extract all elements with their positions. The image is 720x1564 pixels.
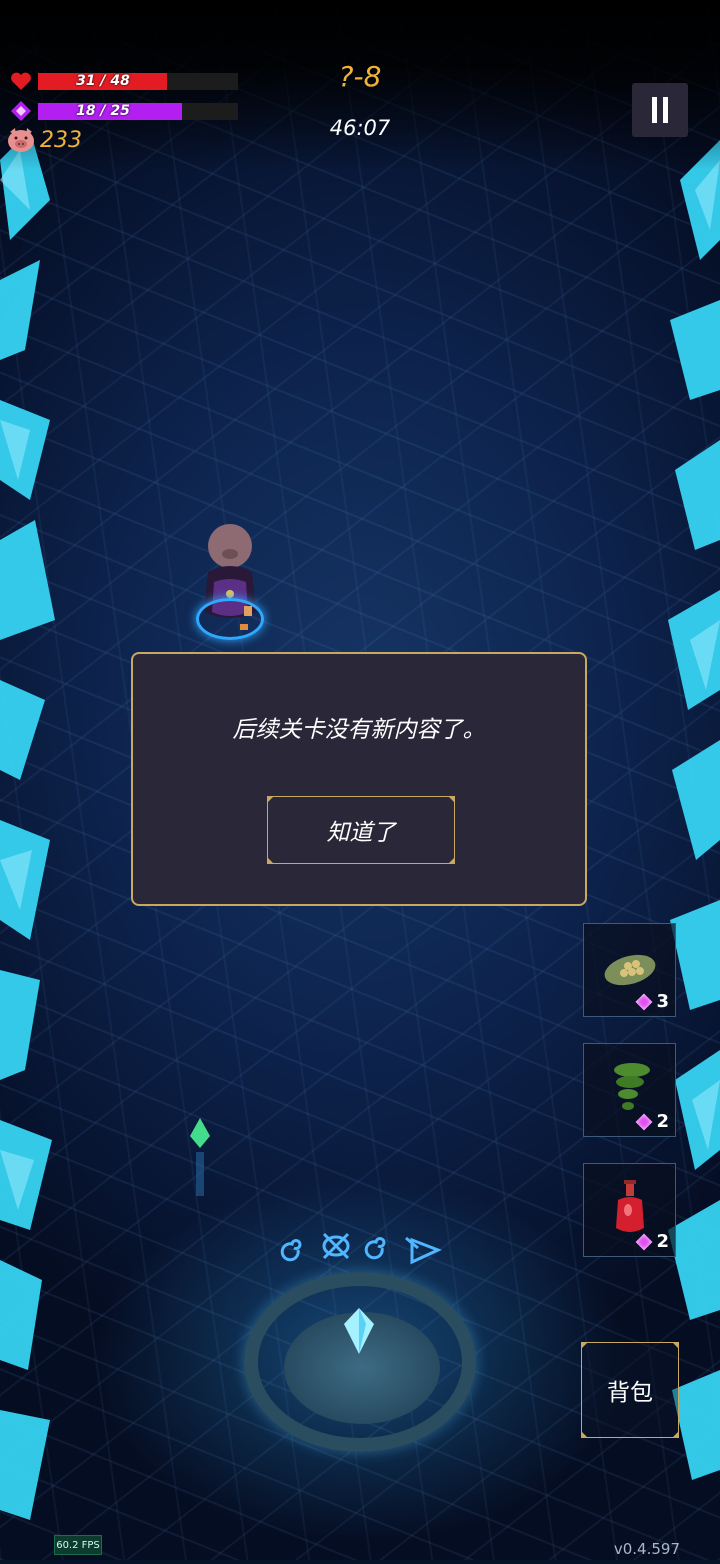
joystick-crystal — [344, 1308, 374, 1354]
corner-ornament — [267, 857, 274, 864]
item-cost-value: 2 — [656, 1231, 669, 1252]
coin-row: 233 — [6, 126, 82, 154]
item-slot-3[interactable]: 2 — [583, 1163, 676, 1257]
confirm-button[interactable]: 知道了 — [267, 796, 455, 864]
hp-row: 31 / 48 — [10, 71, 238, 91]
mp-bar: 18 / 25 — [38, 102, 238, 120]
item-cost-value: 3 — [656, 991, 669, 1012]
green-spark-effect — [190, 1118, 210, 1196]
heart-icon — [11, 72, 31, 90]
item-cost: 2 — [635, 1231, 669, 1252]
hp-text: 31 / 48 — [76, 72, 130, 89]
version-label: v0.4.597 — [613, 1540, 680, 1558]
pause-icon — [652, 97, 657, 123]
item-slot-1[interactable]: 3 — [583, 923, 676, 1017]
corner-ornament — [581, 1431, 588, 1438]
player-aim-ring — [196, 598, 264, 640]
hp-bar: 31 / 48 — [38, 72, 238, 90]
corner-ornament — [448, 857, 455, 864]
confirm-button-label: 知道了 — [326, 820, 396, 846]
diamond-icon — [635, 1113, 653, 1130]
backpack-label: 背包 — [607, 1380, 653, 1406]
corner-ornament — [448, 796, 455, 803]
crystal-wall-left — [0, 120, 60, 1560]
backpack-button[interactable]: 背包 — [581, 1342, 679, 1438]
notice-dialog: 后续关卡没有新内容了。 知道了 — [131, 652, 587, 906]
item-cost: 2 — [635, 1111, 669, 1132]
coin-count: 233 — [40, 127, 82, 153]
rune-symbols — [280, 1232, 442, 1265]
pause-button[interactable] — [632, 83, 688, 137]
diamond-icon — [635, 993, 653, 1010]
pause-icon-bar — [663, 97, 668, 123]
corner-ornament — [672, 1342, 679, 1349]
dialog-message: 后续关卡没有新内容了。 — [232, 717, 486, 743]
mp-text: 18 / 25 — [76, 102, 130, 119]
corner-ornament — [672, 1431, 679, 1438]
item-slot-2[interactable]: 2 — [583, 1043, 676, 1137]
corner-ornament — [581, 1342, 588, 1349]
item-cost: 3 — [635, 991, 669, 1012]
timer-label: 46:07 — [329, 116, 391, 140]
stage-label: ?-8 — [338, 60, 382, 93]
corner-ornament — [267, 796, 274, 803]
diamond-icon — [11, 101, 31, 121]
mp-row: 18 / 25 — [10, 101, 238, 121]
item-cost-value: 2 — [656, 1111, 669, 1132]
diamond-icon — [635, 1233, 653, 1250]
pig-icon — [8, 128, 34, 152]
fps-counter: 60.2 FPS — [54, 1535, 102, 1555]
